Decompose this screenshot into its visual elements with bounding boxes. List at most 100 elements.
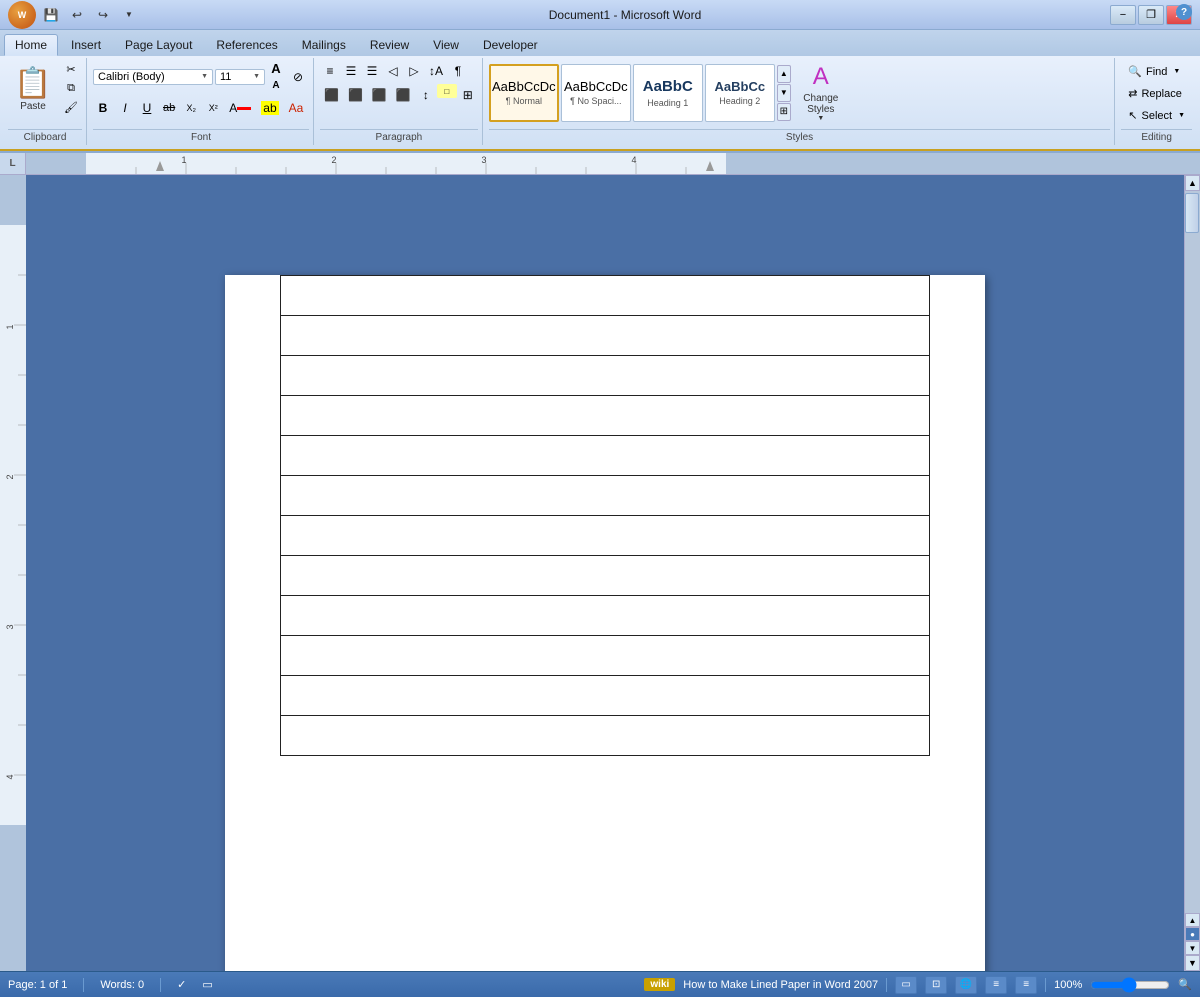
- replace-button[interactable]: ⇄ Replace: [1121, 84, 1189, 103]
- quick-undo-button[interactable]: ↩: [66, 4, 88, 26]
- help-button[interactable]: ?: [1176, 4, 1192, 20]
- outline-button[interactable]: ≡: [985, 976, 1007, 994]
- table-row[interactable]: [281, 716, 930, 756]
- table-cell[interactable]: [281, 356, 930, 396]
- lined-table[interactable]: [280, 275, 930, 756]
- table-row[interactable]: [281, 356, 930, 396]
- paste-button[interactable]: 📋 Paste: [8, 60, 58, 118]
- table-cell[interactable]: [281, 436, 930, 476]
- scroll-track[interactable]: [1185, 191, 1200, 913]
- scroll-next-page-button[interactable]: ▼: [1185, 941, 1200, 955]
- document-page[interactable]: [225, 275, 985, 971]
- copy-button[interactable]: ⧉: [60, 79, 82, 97]
- tab-review[interactable]: Review: [359, 34, 420, 56]
- align-center-button[interactable]: ⬛: [344, 84, 367, 106]
- shading-button[interactable]: □: [437, 84, 457, 98]
- table-row[interactable]: [281, 556, 930, 596]
- web-layout-button[interactable]: 🌐: [955, 976, 977, 994]
- tab-insert[interactable]: Insert: [60, 34, 112, 56]
- ruler-corner[interactable]: L: [0, 153, 26, 174]
- tab-view[interactable]: View: [422, 34, 470, 56]
- vertical-scrollbar[interactable]: ▲ ▲ ● ▼ ▼: [1184, 175, 1200, 971]
- underline-button[interactable]: U: [137, 97, 157, 119]
- table-cell[interactable]: [281, 636, 930, 676]
- font-color-button[interactable]: A: [225, 97, 255, 119]
- select-button[interactable]: ↖ Select ▼: [1121, 106, 1192, 125]
- tab-references[interactable]: References: [205, 34, 288, 56]
- check-status[interactable]: ✓: [177, 978, 186, 991]
- superscript-button[interactable]: X²: [203, 97, 223, 119]
- tab-mailings[interactable]: Mailings: [291, 34, 357, 56]
- table-cell[interactable]: [281, 596, 930, 636]
- align-right-button[interactable]: ⬛: [368, 84, 391, 106]
- style-normal[interactable]: AaBbCcDc ¶ Normal: [489, 64, 559, 122]
- styles-scroll-down[interactable]: ▼: [777, 84, 791, 102]
- find-button[interactable]: 🔍 Find ▼: [1121, 62, 1187, 81]
- tab-page-layout[interactable]: Page Layout: [114, 34, 203, 56]
- table-row[interactable]: [281, 636, 930, 676]
- style-heading1[interactable]: AaBbC Heading 1: [633, 64, 703, 122]
- table-cell[interactable]: [281, 716, 930, 756]
- highlight-button[interactable]: ab: [257, 97, 282, 119]
- layout-status[interactable]: ▭: [202, 978, 212, 991]
- font-grow-button[interactable]: A: [267, 60, 285, 76]
- minimize-button[interactable]: −: [1110, 5, 1136, 25]
- quick-dropdown-button[interactable]: ▼: [118, 4, 140, 26]
- quick-save-button[interactable]: 💾: [40, 4, 62, 26]
- table-cell[interactable]: [281, 276, 930, 316]
- strikethrough-button[interactable]: ab: [159, 97, 179, 119]
- increase-indent-button[interactable]: ▷: [404, 60, 424, 82]
- table-cell[interactable]: [281, 476, 930, 516]
- change-styles-button[interactable]: A Change Styles ▼: [793, 64, 849, 122]
- align-left-button[interactable]: ⬛: [320, 84, 343, 106]
- multilevel-button[interactable]: ☰: [362, 60, 382, 82]
- style-no-spacing[interactable]: AaBbCcDc ¶ No Spaci...: [561, 64, 631, 122]
- styles-scroll-up[interactable]: ▲: [777, 65, 791, 83]
- style-heading2[interactable]: AaBbCc Heading 2: [705, 64, 775, 122]
- bullets-button[interactable]: ≡: [320, 60, 340, 82]
- italic-button[interactable]: I: [115, 97, 135, 119]
- subscript-button[interactable]: X₂: [181, 97, 201, 119]
- borders-button[interactable]: ⊞: [458, 84, 478, 106]
- tab-developer[interactable]: Developer: [472, 34, 549, 56]
- document-area[interactable]: [26, 175, 1184, 971]
- font-shrink-button[interactable]: A: [267, 77, 285, 93]
- decrease-indent-button[interactable]: ◁: [383, 60, 403, 82]
- scroll-down-button[interactable]: ▼: [1185, 955, 1200, 971]
- font-size-select[interactable]: 11 ▼: [215, 69, 265, 85]
- scroll-thumb[interactable]: [1185, 193, 1199, 233]
- table-row[interactable]: [281, 476, 930, 516]
- clear-format-button[interactable]: ⊘: [287, 66, 309, 88]
- line-spacing-button[interactable]: ↕: [416, 84, 436, 106]
- table-cell[interactable]: [281, 516, 930, 556]
- table-row[interactable]: [281, 676, 930, 716]
- tab-home[interactable]: Home: [4, 34, 58, 56]
- table-row[interactable]: [281, 396, 930, 436]
- font-name-select[interactable]: Calibri (Body) ▼: [93, 69, 213, 85]
- table-row[interactable]: [281, 516, 930, 556]
- cut-button[interactable]: ✂: [60, 60, 82, 78]
- office-orb[interactable]: W: [8, 1, 36, 29]
- table-cell[interactable]: [281, 316, 930, 356]
- table-row[interactable]: [281, 316, 930, 356]
- numbering-button[interactable]: ☰: [341, 60, 361, 82]
- quick-redo-button[interactable]: ↪: [92, 4, 114, 26]
- font-color2-button[interactable]: Aa: [285, 97, 308, 119]
- full-screen-button[interactable]: ⊡: [925, 976, 947, 994]
- sort-button[interactable]: ↕A: [425, 60, 447, 82]
- draft-button[interactable]: ≡: [1015, 976, 1037, 994]
- bold-button[interactable]: B: [93, 97, 113, 119]
- print-layout-button[interactable]: ▭: [895, 976, 917, 994]
- scroll-up-button[interactable]: ▲: [1185, 175, 1200, 191]
- table-row[interactable]: [281, 436, 930, 476]
- zoom-slider[interactable]: [1090, 978, 1170, 992]
- show-hide-button[interactable]: ¶: [448, 60, 468, 82]
- scroll-prev-page-button[interactable]: ▲: [1185, 913, 1200, 927]
- table-row[interactable]: [281, 596, 930, 636]
- table-cell[interactable]: [281, 676, 930, 716]
- table-cell[interactable]: [281, 396, 930, 436]
- format-painter-button[interactable]: 🖌: [60, 98, 82, 116]
- scroll-select-browse-button[interactable]: ●: [1185, 927, 1200, 941]
- table-cell[interactable]: [281, 556, 930, 596]
- table-row[interactable]: [281, 276, 930, 316]
